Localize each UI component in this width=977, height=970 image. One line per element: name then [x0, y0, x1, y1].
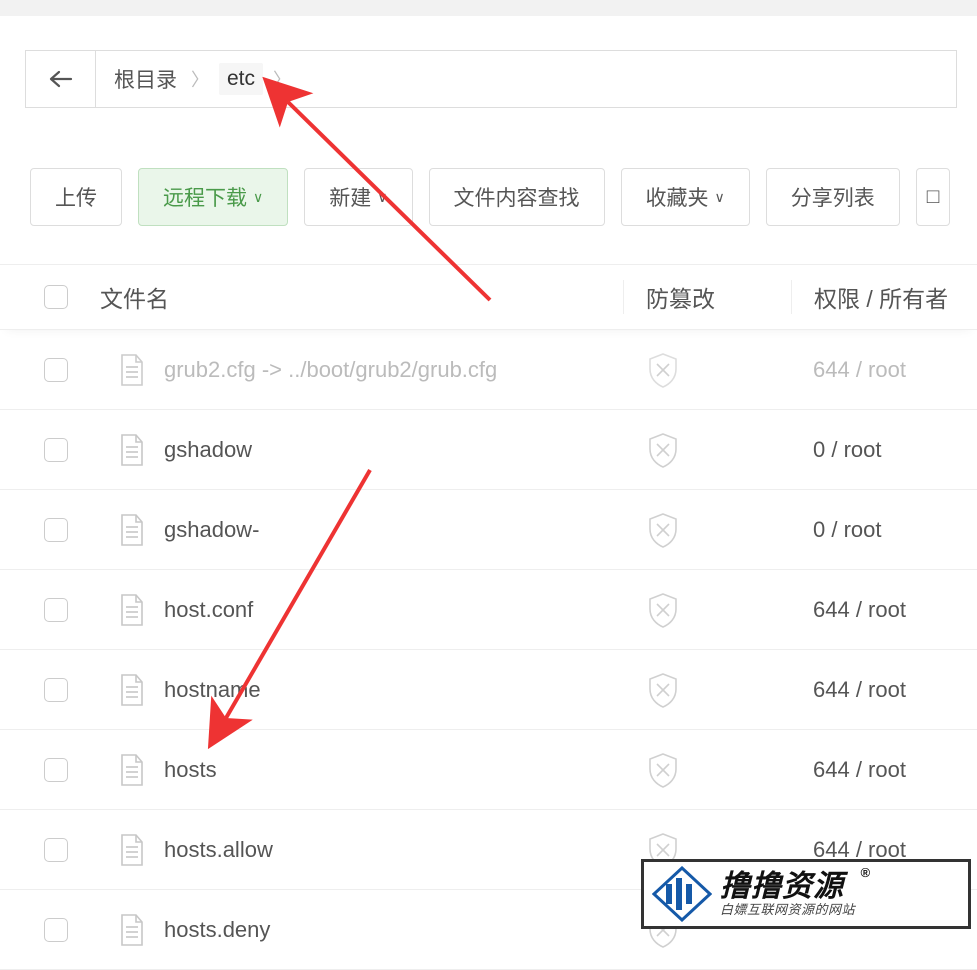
file-perm: 0 / root [791, 517, 977, 543]
row-checkbox[interactable] [44, 438, 68, 462]
remote-download-label: 远程下载 [163, 182, 247, 212]
table-row[interactable]: grub2.cfg -> ../boot/grub2/grub.cfg 644 … [0, 330, 977, 410]
favorites-button[interactable]: 收藏夹 ∨ [621, 168, 750, 226]
new-button[interactable]: 新建 ∨ [304, 168, 412, 226]
file-icon [118, 433, 146, 467]
chevron-down-icon: ∨ [253, 189, 263, 206]
table-row[interactable]: hosts 644 / root [0, 730, 977, 810]
shield-icon[interactable] [645, 590, 681, 630]
file-perm: 644 / root [791, 677, 977, 703]
column-tamper[interactable]: 防篡改 [623, 280, 791, 314]
upload-button[interactable]: 上传 [30, 168, 122, 226]
row-checkbox[interactable] [44, 678, 68, 702]
file-perm: 644 / root [791, 357, 977, 383]
breadcrumb-root[interactable]: 根目录 [110, 64, 181, 94]
shield-icon[interactable] [645, 510, 681, 550]
new-label: 新建 [329, 182, 371, 212]
file-icon [118, 353, 146, 387]
toolbar: 上传 远程下载 ∨ 新建 ∨ 文件内容查找 收藏夹 ∨ 分享列表 □ [0, 108, 977, 226]
file-icon [118, 513, 146, 547]
chevron-down-icon: ∨ [715, 189, 725, 206]
watermark-title: 撸撸资源® [720, 870, 855, 903]
shield-icon[interactable] [645, 430, 681, 470]
content-search-label: 文件内容查找 [454, 182, 580, 212]
chevron-right-icon: 〉 [185, 66, 215, 92]
file-icon [118, 673, 146, 707]
watermark: 撸撸资源® 白嫖互联网资源的网站 [641, 859, 971, 929]
file-perm: 644 / root [791, 757, 977, 783]
chevron-down-icon: ∨ [377, 189, 387, 206]
share-list-label: 分享列表 [791, 182, 875, 212]
file-name[interactable]: host.conf [164, 597, 253, 623]
row-checkbox[interactable] [44, 918, 68, 942]
watermark-logo-icon [652, 866, 712, 922]
row-checkbox[interactable] [44, 518, 68, 542]
file-name[interactable]: hosts [164, 757, 217, 783]
file-name[interactable]: hosts.allow [164, 837, 273, 863]
top-strip [0, 0, 977, 16]
table-row[interactable]: hostname 644 / root [0, 650, 977, 730]
shield-icon[interactable] [645, 350, 681, 390]
file-name[interactable]: hostname [164, 677, 261, 703]
extra-button[interactable]: □ [916, 168, 951, 226]
table-row[interactable]: host.conf 644 / root [0, 570, 977, 650]
table-row[interactable]: gshadow 0 / root [0, 410, 977, 490]
breadcrumb-path: 根目录 〉 etc 〉 [96, 51, 311, 107]
shield-icon[interactable] [645, 670, 681, 710]
content-search-button[interactable]: 文件内容查找 [429, 168, 605, 226]
file-icon [118, 753, 146, 787]
file-icon [118, 593, 146, 627]
file-perm: 0 / root [791, 437, 977, 463]
table-row[interactable]: gshadow- 0 / root [0, 490, 977, 570]
row-checkbox[interactable] [44, 598, 68, 622]
share-list-button[interactable]: 分享列表 [766, 168, 900, 226]
file-icon [118, 833, 146, 867]
chevron-right-icon: 〉 [267, 66, 297, 92]
select-all-checkbox[interactable] [44, 285, 68, 309]
row-checkbox[interactable] [44, 358, 68, 382]
arrow-left-icon [49, 69, 73, 89]
file-name[interactable]: hosts.deny [164, 917, 270, 943]
file-name[interactable]: gshadow [164, 437, 252, 463]
column-name[interactable]: 文件名 [94, 280, 623, 314]
row-checkbox[interactable] [44, 758, 68, 782]
remote-download-button[interactable]: 远程下载 ∨ [138, 168, 288, 226]
file-perm: 644 / root [791, 597, 977, 623]
column-perm[interactable]: 权限 / 所有者 [791, 280, 977, 314]
breadcrumb: 根目录 〉 etc 〉 [25, 50, 957, 108]
file-icon [118, 913, 146, 947]
back-button[interactable] [26, 51, 96, 107]
file-name[interactable]: grub2.cfg -> ../boot/grub2/grub.cfg [164, 357, 497, 383]
row-checkbox[interactable] [44, 838, 68, 862]
table-header: 文件名 防篡改 权限 / 所有者 [0, 264, 977, 330]
shield-icon[interactable] [645, 750, 681, 790]
favorites-label: 收藏夹 [646, 182, 709, 212]
breadcrumb-current[interactable]: etc [219, 63, 263, 95]
file-name[interactable]: gshadow- [164, 517, 259, 543]
watermark-sub: 白嫖互联网资源的网站 [720, 903, 855, 917]
upload-label: 上传 [55, 182, 97, 212]
